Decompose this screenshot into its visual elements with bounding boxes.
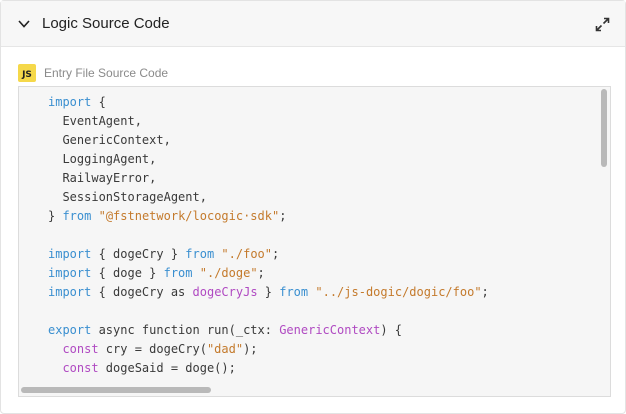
code-token: import — [48, 266, 92, 280]
code-line: import { dogeCry } from "./foo"; — [48, 245, 489, 264]
code-token: import — [48, 95, 92, 109]
panel-header[interactable]: Logic Source Code — [1, 1, 625, 47]
code-line: export async function run(_ctx: GenericC… — [48, 321, 489, 340]
code-token: "@fstnetwork/locogic·sdk" — [98, 209, 280, 223]
code-token: "./doge" — [199, 266, 258, 280]
code-token: LoggingAgent, — [48, 152, 157, 166]
code-line: LoggingAgent, — [48, 150, 489, 169]
code-token: SessionStorageAgent, — [48, 190, 207, 204]
code-token: from — [279, 285, 309, 299]
code-token: async function run(_ctx: — [91, 323, 280, 337]
code-token: GenericContext, — [48, 133, 171, 147]
code-token: { — [91, 95, 106, 109]
code-token: from — [163, 266, 193, 280]
code-token: ; — [257, 266, 265, 280]
code-token: EventAgent, — [48, 114, 142, 128]
code-token: } — [257, 285, 280, 299]
code-token: ; — [279, 209, 287, 223]
entry-file-row: JS Entry File Source Code — [18, 64, 168, 82]
code-line: GenericContext, — [48, 131, 489, 150]
code-token: "./foo" — [221, 247, 272, 261]
code-token: dogeSaid = doge(); — [98, 361, 236, 375]
code-token: import — [48, 285, 92, 299]
code-token: from — [62, 209, 92, 223]
code-line: } from "@fstnetwork/locogic·sdk"; — [48, 207, 489, 226]
code-line: SessionStorageAgent, — [48, 188, 489, 207]
code-token: ) { — [380, 323, 403, 337]
code-line: RailwayError, — [48, 169, 489, 188]
code-line: EventAgent, — [48, 112, 489, 131]
code-token: const — [62, 361, 99, 375]
code-token: ; — [272, 247, 280, 261]
code-token: ); — [243, 342, 258, 356]
code-token: ; — [481, 285, 489, 299]
expand-icon[interactable] — [595, 17, 610, 32]
logic-source-code-panel: Logic Source Code JS Entry File Source C… — [0, 0, 626, 414]
code-token: import — [48, 247, 92, 261]
code-token: } — [48, 209, 63, 223]
code-line: import { — [48, 93, 489, 112]
code-token: "dad" — [206, 342, 244, 356]
code-line: import { dogeCry as dogeCryJs } from "..… — [48, 283, 489, 302]
code-token: { doge } — [91, 266, 164, 280]
panel-title: Logic Source Code — [42, 15, 170, 32]
code-token: from — [185, 247, 215, 261]
vertical-scrollbar[interactable] — [601, 89, 607, 167]
code-line: const cry = dogeCry("dad"); — [48, 340, 489, 359]
javascript-file-icon: JS — [18, 64, 36, 82]
entry-file-label: Entry File Source Code — [44, 66, 169, 80]
code-token: "../js-dogic/dogic/foo" — [315, 285, 482, 299]
horizontal-scrollbar[interactable] — [21, 387, 211, 393]
code-token: { dogeCry as — [91, 285, 193, 299]
code-token: const — [62, 342, 99, 356]
code-token: dogeCryJs — [192, 285, 258, 299]
code-content[interactable]: import { EventAgent, GenericContext, Log… — [48, 93, 489, 396]
code-line: import { doge } from "./doge"; — [48, 264, 489, 283]
code-token: { dogeCry } — [91, 247, 186, 261]
code-token: export — [48, 323, 92, 337]
code-editor[interactable]: import { EventAgent, GenericContext, Log… — [18, 86, 611, 397]
code-line: const dogeSaid = doge(); — [48, 359, 489, 378]
code-token: RailwayError, — [48, 171, 157, 185]
code-token: GenericContext — [279, 323, 381, 337]
chevron-down-icon[interactable] — [17, 18, 31, 30]
code-token: cry = dogeCry( — [98, 342, 207, 356]
